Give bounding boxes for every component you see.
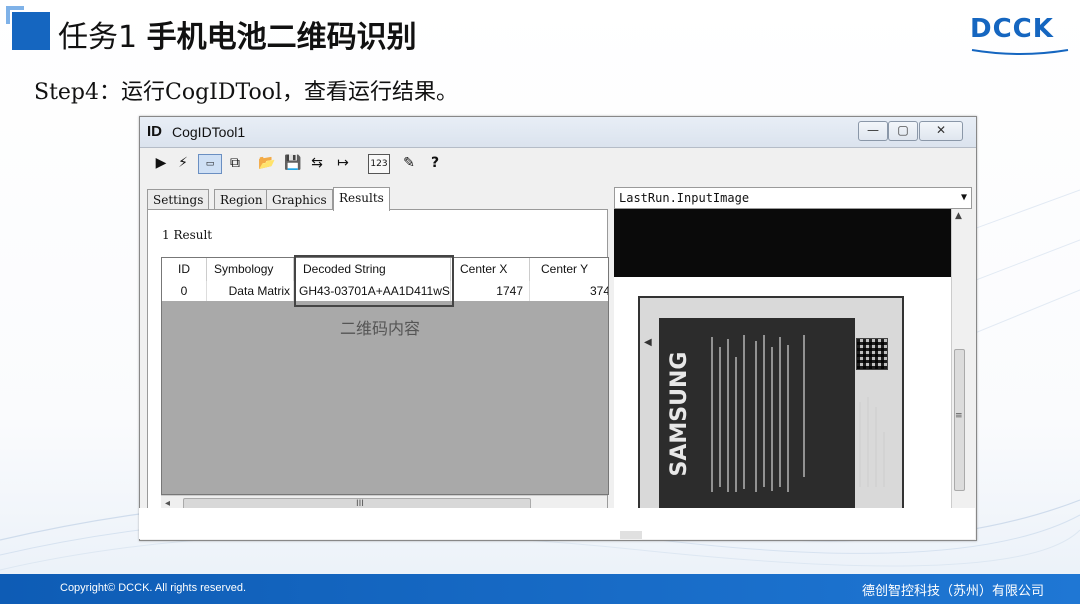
import-icon[interactable]: ⇆ xyxy=(308,154,326,172)
image-source-dropdown[interactable]: LastRun.InputImage ▼ xyxy=(614,187,972,209)
column-center-x[interactable]: Center X xyxy=(452,258,530,281)
bottom-tab-marker xyxy=(620,531,642,539)
column-id[interactable]: ID xyxy=(162,258,207,281)
footer-bar: Copyright© DCCK. All rights reserved. 德创… xyxy=(0,574,1080,604)
battery-spec-text xyxy=(859,397,885,487)
minimize-button[interactable]: — xyxy=(858,121,888,141)
cell-id: 0 xyxy=(162,281,207,301)
samsung-logo: SAMSUNG xyxy=(667,352,692,477)
image-dark-region xyxy=(614,209,952,277)
dcck-logo: DCCK xyxy=(970,14,1070,58)
title-prefix: 任务1 xyxy=(58,20,138,55)
cogidtool-window: ID CogIDTool1 — ▢ ✕ ▶ ⚡ ▭ ⧉ 📂 💾 ⇆ ↦ 123 … xyxy=(139,116,977,541)
save-icon[interactable]: 💾 xyxy=(284,154,302,172)
scroll-up-icon[interactable]: ▲ xyxy=(955,211,962,221)
edit-icon[interactable]: ✎ xyxy=(400,154,418,172)
decoded-string-highlight xyxy=(294,255,454,307)
id-tool-icon: ID xyxy=(147,123,162,140)
window-bottom-margin xyxy=(139,508,975,539)
open-folder-icon[interactable]: 📂 xyxy=(258,154,276,172)
tab-settings[interactable]: Settings xyxy=(147,189,210,210)
footer-copyright: Copyright© DCCK. All rights reserved. xyxy=(60,582,247,594)
maximize-button[interactable]: ▢ xyxy=(888,121,918,141)
vertical-scrollbar[interactable]: ▲ ≡ xyxy=(951,209,966,515)
tab-region[interactable]: Region xyxy=(214,189,269,210)
window-title: CogIDTool1 xyxy=(172,124,246,140)
footer-company: 德创智控科技（苏州）有限公司 xyxy=(861,584,1044,599)
column-symbology[interactable]: Symbology xyxy=(207,258,294,281)
cell-center-x: 1747 xyxy=(452,281,530,301)
title-main: 手机电池二维码识别 xyxy=(146,20,417,55)
run-icon[interactable]: ▶ xyxy=(152,154,170,172)
step-instruction: Step4：运行CogIDTool，查看运行结果。 xyxy=(34,80,458,105)
copy-icon[interactable]: ⧉ xyxy=(226,154,244,172)
image-display[interactable]: ◀ SAMSUNG ▲ ≡ xyxy=(614,209,966,515)
close-button[interactable]: ✕ xyxy=(919,121,963,141)
qr-content-annotation: 二维码内容 xyxy=(340,319,421,338)
number-icon[interactable]: 123 xyxy=(368,154,390,174)
vertical-scrollbar-grip: ≡ xyxy=(955,411,963,421)
battery-notch-icon: ◀ xyxy=(644,337,652,348)
qr-code-icon xyxy=(856,338,888,370)
slide-title: 任务1 手机电池二维码识别 xyxy=(58,12,417,56)
samsung-text: SAMSUNG xyxy=(667,352,692,477)
cell-center-y: 374.7 xyxy=(531,281,608,301)
chevron-down-icon: ▼ xyxy=(960,192,967,203)
title-accent-block xyxy=(6,6,50,50)
export-icon[interactable]: ↦ xyxy=(334,154,352,172)
help-icon[interactable]: ? xyxy=(426,154,444,172)
column-center-y[interactable]: Center Y xyxy=(531,258,608,281)
display-icon[interactable]: ▭ xyxy=(198,154,222,174)
toolbar: ▶ ⚡ ▭ ⧉ 📂 💾 ⇆ ↦ 123 ✎ ? xyxy=(140,148,976,176)
image-source-value: LastRun.InputImage xyxy=(619,191,750,205)
logo-text: DCCK xyxy=(970,14,1054,44)
tab-results[interactable]: Results xyxy=(333,187,390,211)
cell-symbology: Data Matrix xyxy=(207,281,294,301)
electric-icon[interactable]: ⚡ xyxy=(174,154,192,172)
window-titlebar[interactable]: ID CogIDTool1 — ▢ ✕ xyxy=(140,117,976,148)
tab-graphics[interactable]: Graphics xyxy=(266,189,333,210)
result-count: 1 Result xyxy=(162,228,213,242)
logo-swoosh-icon xyxy=(971,49,1069,55)
battery-warning-text xyxy=(711,335,805,492)
